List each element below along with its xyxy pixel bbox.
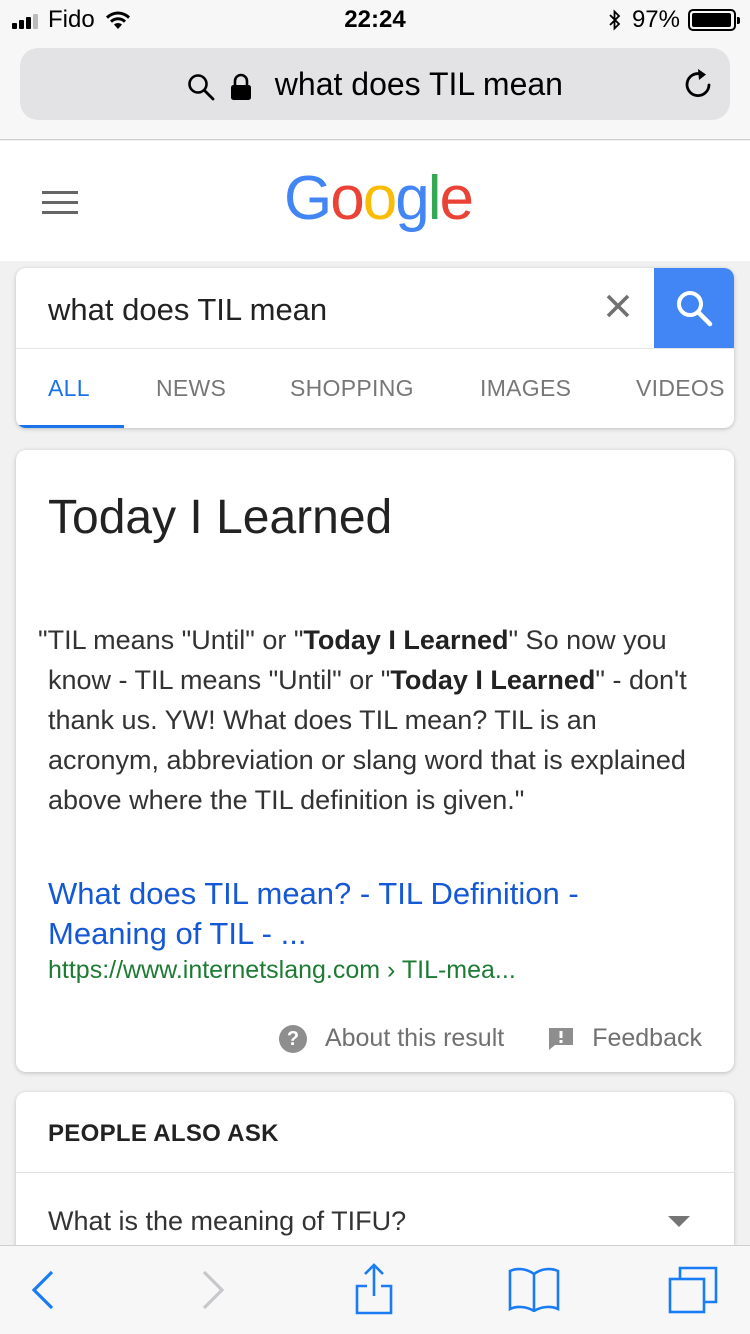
- logo-letter: G: [284, 164, 332, 233]
- search-tabs: ALL NEWS SHOPPING IMAGES VIDEOS: [16, 348, 734, 428]
- snippet-bold: Today I Learned: [303, 625, 509, 655]
- logo-letter: o: [330, 164, 365, 233]
- snippet-footer: ? About this result Feedback: [278, 1024, 702, 1053]
- bluetooth-icon: [609, 9, 621, 31]
- answer-title: Today I Learned: [48, 491, 393, 544]
- reload-icon[interactable]: [680, 66, 716, 102]
- google-logo[interactable]: Google: [284, 163, 474, 234]
- google-header: Google: [0, 141, 750, 261]
- tab-videos[interactable]: VIDEOS: [636, 375, 725, 402]
- people-also-ask-heading: PEOPLE ALSO ASK: [48, 1120, 279, 1147]
- search-box-card: what does TIL mean ALL NEWS SHOPPING IMA…: [16, 268, 734, 428]
- search-icon: [677, 291, 713, 327]
- tab-images[interactable]: IMAGES: [480, 375, 571, 402]
- logo-letter: e: [439, 164, 474, 233]
- help-icon[interactable]: ?: [278, 1024, 307, 1053]
- bookmarks-icon[interactable]: [508, 1266, 560, 1312]
- share-icon[interactable]: [354, 1262, 394, 1316]
- battery-icon: [688, 9, 740, 31]
- feedback-icon[interactable]: [548, 1027, 574, 1051]
- logo-letter: g: [395, 164, 430, 233]
- forward-icon[interactable]: [200, 1268, 226, 1312]
- safari-address-bar: what does TIL mean: [0, 40, 750, 140]
- featured-snippet-card: Today I Learned "TIL means "Until" or "T…: [16, 450, 734, 1072]
- lock-icon: [230, 73, 251, 100]
- tabs-icon[interactable]: [668, 1266, 718, 1314]
- tab-shopping[interactable]: SHOPPING: [290, 375, 414, 402]
- safari-toolbar: [0, 1245, 750, 1334]
- logo-letter: o: [362, 164, 398, 233]
- people-also-ask-question[interactable]: What is the meaning of TIFU?: [48, 1206, 406, 1237]
- battery-percent: 97%: [631, 6, 680, 33]
- clear-search-icon[interactable]: [604, 292, 632, 320]
- tab-news[interactable]: NEWS: [156, 375, 226, 402]
- snippet-part: TIL means "Until" or ": [47, 625, 304, 655]
- search-icon: [188, 73, 215, 100]
- tab-all[interactable]: ALL: [48, 375, 90, 402]
- quote-open: ": [38, 625, 48, 655]
- quote-close: ": [514, 785, 525, 815]
- feedback-link[interactable]: Feedback: [592, 1024, 702, 1053]
- snippet-text: "TIL means "Until" or "Today I Learned" …: [38, 620, 708, 820]
- url-text: what does TIL mean: [274, 66, 563, 102]
- url-field[interactable]: what does TIL mean: [20, 48, 730, 120]
- back-icon[interactable]: [30, 1268, 56, 1312]
- search-button[interactable]: [654, 268, 734, 348]
- active-tab-indicator: [16, 425, 124, 428]
- result-url[interactable]: https://www.internetslang.com › TIL-mea.…: [48, 956, 516, 985]
- status-right: 97%: [608, 6, 740, 34]
- result-title-link[interactable]: What does TIL mean? - TIL Definition - M…: [48, 874, 668, 954]
- hamburger-menu-icon[interactable]: [42, 191, 78, 215]
- about-this-result-link[interactable]: About this result: [325, 1024, 504, 1053]
- chevron-down-icon[interactable]: [668, 1216, 690, 1227]
- logo-letter: l: [427, 164, 442, 233]
- divider: [16, 1172, 734, 1173]
- search-input[interactable]: what does TIL mean: [48, 292, 327, 328]
- snippet-bold: Today I Learned: [390, 665, 596, 695]
- status-bar: Fido 22:24 97%: [0, 0, 750, 40]
